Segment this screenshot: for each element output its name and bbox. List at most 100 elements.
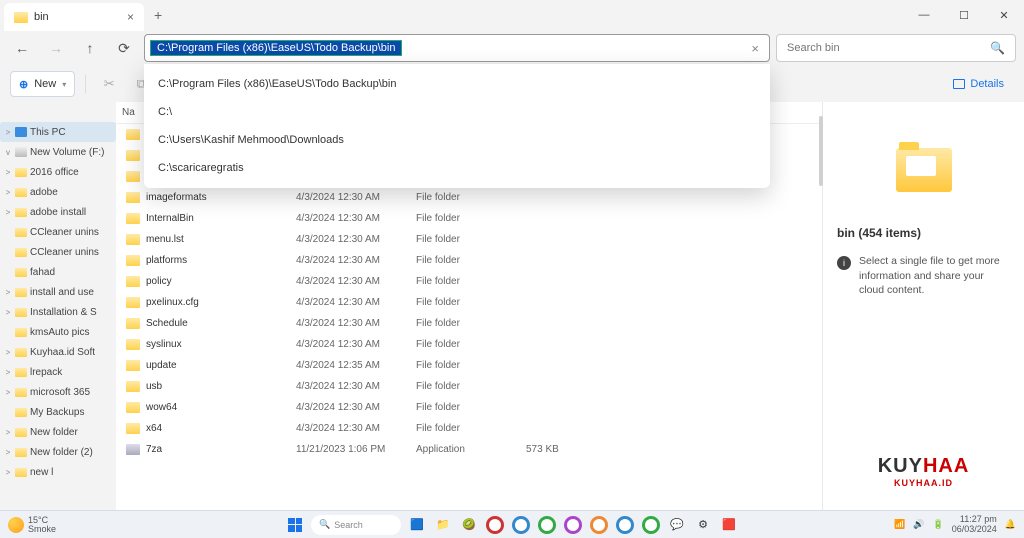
sidebar-item[interactable]: kmsAuto pics bbox=[0, 322, 116, 342]
sidebar-item[interactable]: >adobe bbox=[0, 182, 116, 202]
system-tray[interactable]: 📶 🔊 🔋 11:27 pm 06/03/2024 🔔 bbox=[894, 515, 1016, 535]
refresh-button[interactable]: ⟳ bbox=[110, 34, 138, 62]
taskbar-app-icon[interactable]: 🟥 bbox=[719, 515, 739, 535]
taskbar-app-icon[interactable] bbox=[641, 515, 661, 535]
sidebar-item[interactable]: >Installation & S bbox=[0, 302, 116, 322]
address-suggestion[interactable]: C:\Program Files (x86)\EaseUS\Todo Backu… bbox=[144, 70, 770, 98]
start-button[interactable] bbox=[285, 515, 305, 535]
sidebar-item[interactable]: >adobe install bbox=[0, 202, 116, 222]
file-row[interactable]: x644/3/2024 12:30 AMFile folder bbox=[116, 418, 822, 439]
taskbar-app-icon[interactable] bbox=[589, 515, 609, 535]
sidebar-item[interactable]: CCleaner unins bbox=[0, 242, 116, 262]
file-row[interactable]: usb4/3/2024 12:30 AMFile folder bbox=[116, 376, 822, 397]
forward-button[interactable]: → bbox=[42, 34, 70, 62]
chevron-icon: > bbox=[4, 368, 12, 377]
file-row[interactable]: imageformats4/3/2024 12:30 AMFile folder bbox=[116, 187, 822, 208]
new-button[interactable]: ⊕ New ▾ bbox=[10, 71, 75, 97]
sidebar-item[interactable]: >install and use bbox=[0, 282, 116, 302]
search-icon[interactable]: 🔍 bbox=[990, 41, 1005, 55]
sidebar-item[interactable]: >lrepack bbox=[0, 362, 116, 382]
file-type: File folder bbox=[416, 339, 526, 350]
back-button[interactable]: ← bbox=[8, 34, 36, 62]
search-box[interactable]: 🔍 bbox=[776, 34, 1016, 62]
folder-icon bbox=[126, 297, 140, 308]
sidebar-item[interactable]: fahad bbox=[0, 262, 116, 282]
brand-part2: HAA bbox=[923, 455, 969, 477]
notifications-icon[interactable]: 🔔 bbox=[1005, 519, 1016, 530]
sidebar-item[interactable]: CCleaner unins bbox=[0, 222, 116, 242]
taskbar-app-icon[interactable]: 🥝 bbox=[459, 515, 479, 535]
file-row[interactable]: platforms4/3/2024 12:30 AMFile folder bbox=[116, 250, 822, 271]
sidebar-item-label: 2016 office bbox=[30, 167, 79, 178]
file-row[interactable]: InternalBin4/3/2024 12:30 AMFile folder bbox=[116, 208, 822, 229]
file-date: 4/3/2024 12:30 AM bbox=[296, 192, 416, 203]
sidebar-item[interactable]: >Kuyhaa.id Soft bbox=[0, 342, 116, 362]
sidebar-item[interactable]: >This PC bbox=[0, 122, 116, 142]
address-suggestion[interactable]: C:\Users\Kashif Mehmood\Downloads bbox=[144, 126, 770, 154]
volume-icon[interactable]: 🔊 bbox=[913, 519, 924, 530]
tab-close-icon[interactable]: × bbox=[127, 10, 134, 24]
sidebar-item[interactable]: >2016 office bbox=[0, 162, 116, 182]
details-toggle[interactable]: Details bbox=[953, 78, 1004, 90]
cut-icon[interactable]: ✂ bbox=[96, 71, 122, 97]
sidebar-item[interactable]: >New folder bbox=[0, 422, 116, 442]
taskbar-app-icon[interactable]: 📁 bbox=[433, 515, 453, 535]
file-type: File folder bbox=[416, 234, 526, 245]
panel-scrollbar[interactable] bbox=[819, 116, 823, 186]
clock[interactable]: 11:27 pm 06/03/2024 bbox=[952, 515, 997, 535]
weather-widget[interactable]: 15°C Smoke bbox=[8, 516, 56, 534]
weather-icon bbox=[8, 517, 24, 533]
fold-icon bbox=[15, 388, 27, 397]
application-icon bbox=[126, 444, 140, 455]
address-text[interactable]: C:\Program Files (x86)\EaseUS\Todo Backu… bbox=[151, 41, 401, 55]
file-row[interactable]: syslinux4/3/2024 12:30 AMFile folder bbox=[116, 334, 822, 355]
file-date: 4/3/2024 12:30 AM bbox=[296, 234, 416, 245]
taskbar-app-icon[interactable] bbox=[615, 515, 635, 535]
sidebar-item[interactable]: >microsoft 365 bbox=[0, 382, 116, 402]
address-suggestion[interactable]: C:\scaricaregratis bbox=[144, 154, 770, 182]
window-tab[interactable]: bin × bbox=[4, 3, 144, 31]
file-row[interactable]: wow644/3/2024 12:30 AMFile folder bbox=[116, 397, 822, 418]
details-message: i Select a single file to get more infor… bbox=[837, 254, 1010, 298]
address-bar[interactable]: C:\Program Files (x86)\EaseUS\Todo Backu… bbox=[144, 34, 770, 62]
new-button-label: New bbox=[34, 78, 56, 90]
file-row[interactable]: policy4/3/2024 12:30 AMFile folder bbox=[116, 271, 822, 292]
file-row[interactable]: pxelinux.cfg4/3/2024 12:30 AMFile folder bbox=[116, 292, 822, 313]
file-row[interactable]: 7za11/21/2023 1:06 PMApplication573 KB bbox=[116, 439, 822, 460]
taskbar-app-icon[interactable]: 🟦 bbox=[407, 515, 427, 535]
address-clear-icon[interactable]: × bbox=[747, 41, 763, 56]
battery-icon[interactable]: 🔋 bbox=[933, 519, 944, 530]
chevron-icon: > bbox=[4, 388, 12, 397]
taskbar: 15°C Smoke 🔍Search 🟦 📁 🥝 💬 ⚙ 🟥 📶 🔊 🔋 11:… bbox=[0, 510, 1024, 538]
taskbar-app-icon[interactable] bbox=[537, 515, 557, 535]
sidebar-item[interactable]: My Backups bbox=[0, 402, 116, 422]
file-row[interactable]: Schedule4/3/2024 12:30 AMFile folder bbox=[116, 313, 822, 334]
sidebar-item-label: adobe install bbox=[30, 207, 86, 218]
sidebar-item-label: CCleaner unins bbox=[30, 247, 99, 258]
taskbar-app-icon[interactable]: 💬 bbox=[667, 515, 687, 535]
file-name: wow64 bbox=[146, 402, 296, 413]
file-row[interactable]: menu.lst4/3/2024 12:30 AMFile folder bbox=[116, 229, 822, 250]
address-suggestion[interactable]: C:\ bbox=[144, 98, 770, 126]
sidebar-item[interactable]: >New folder (2) bbox=[0, 442, 116, 462]
chevron-icon bbox=[4, 408, 12, 417]
up-button[interactable]: ↑ bbox=[76, 34, 104, 62]
new-tab-button[interactable]: + bbox=[154, 7, 162, 23]
sidebar-item-label: My Backups bbox=[30, 407, 84, 418]
taskbar-search[interactable]: 🔍Search bbox=[311, 515, 401, 535]
taskbar-app-icon[interactable]: ⚙ bbox=[693, 515, 713, 535]
maximize-button[interactable]: ☐ bbox=[944, 0, 984, 30]
minimize-button[interactable]: — bbox=[904, 0, 944, 30]
sidebar-item-label: New folder bbox=[30, 427, 78, 438]
taskbar-app-icon[interactable] bbox=[563, 515, 583, 535]
taskbar-app-icon[interactable] bbox=[485, 515, 505, 535]
file-name: menu.lst bbox=[146, 234, 296, 245]
sidebar-item[interactable]: vNew Volume (F:) bbox=[0, 142, 116, 162]
search-input[interactable] bbox=[787, 42, 990, 54]
file-row[interactable]: update4/3/2024 12:35 AMFile folder bbox=[116, 355, 822, 376]
sidebar-item[interactable]: >new l bbox=[0, 462, 116, 482]
wifi-icon[interactable]: 📶 bbox=[894, 519, 905, 530]
taskbar-app-icon[interactable] bbox=[511, 515, 531, 535]
file-date: 4/3/2024 12:30 AM bbox=[296, 423, 416, 434]
close-button[interactable]: ✕ bbox=[984, 0, 1024, 30]
